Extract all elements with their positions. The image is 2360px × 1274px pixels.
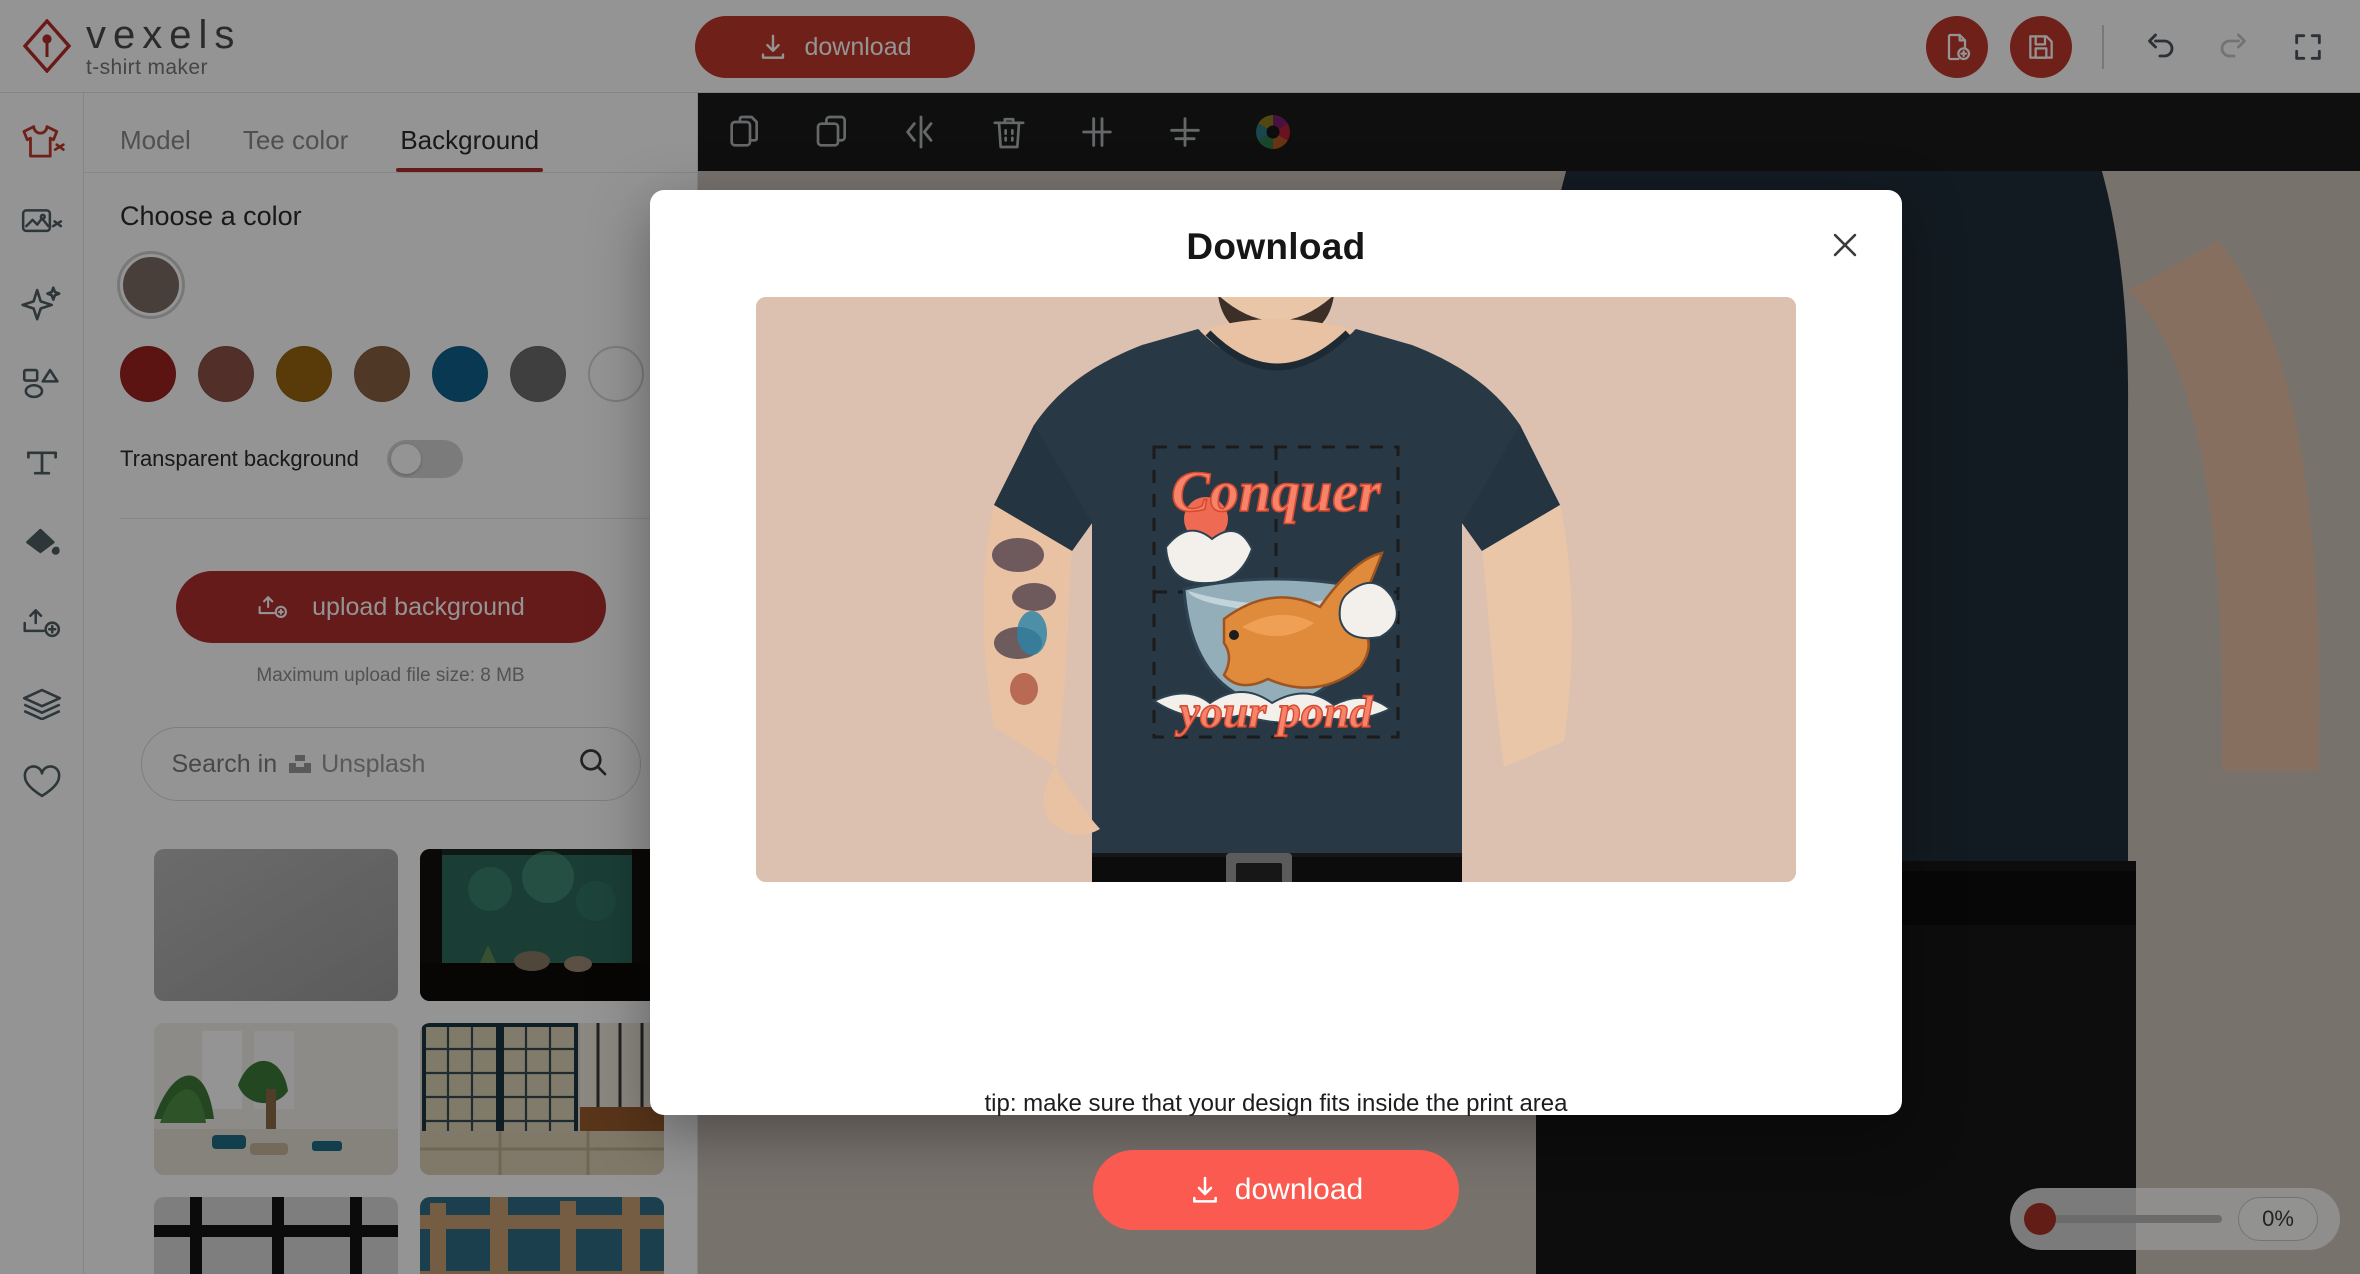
download-modal: Download Conquer your pond tip: make sur… [650, 190, 1902, 1230]
tshirt-mockup: Conquer your pond [756, 297, 1796, 882]
design-preview: Conquer your pond [756, 297, 1796, 882]
artwork-headline: Conquer [1171, 459, 1381, 524]
modal-download-button[interactable]: download [1093, 1150, 1459, 1230]
artwork-subline: your pond [1175, 686, 1374, 737]
download-icon [1192, 1176, 1217, 1203]
modal-tip-text: tip: make sure that your design fits ins… [984, 1090, 1568, 1117]
app-root: vexels t-shirt maker download Model Tee … [0, 0, 2360, 1274]
close-modal-button[interactable] [1822, 222, 1868, 268]
close-icon [1833, 233, 1857, 257]
modal-title: Download [1186, 226, 1366, 267]
modal-download-label: download [1234, 1173, 1364, 1206]
